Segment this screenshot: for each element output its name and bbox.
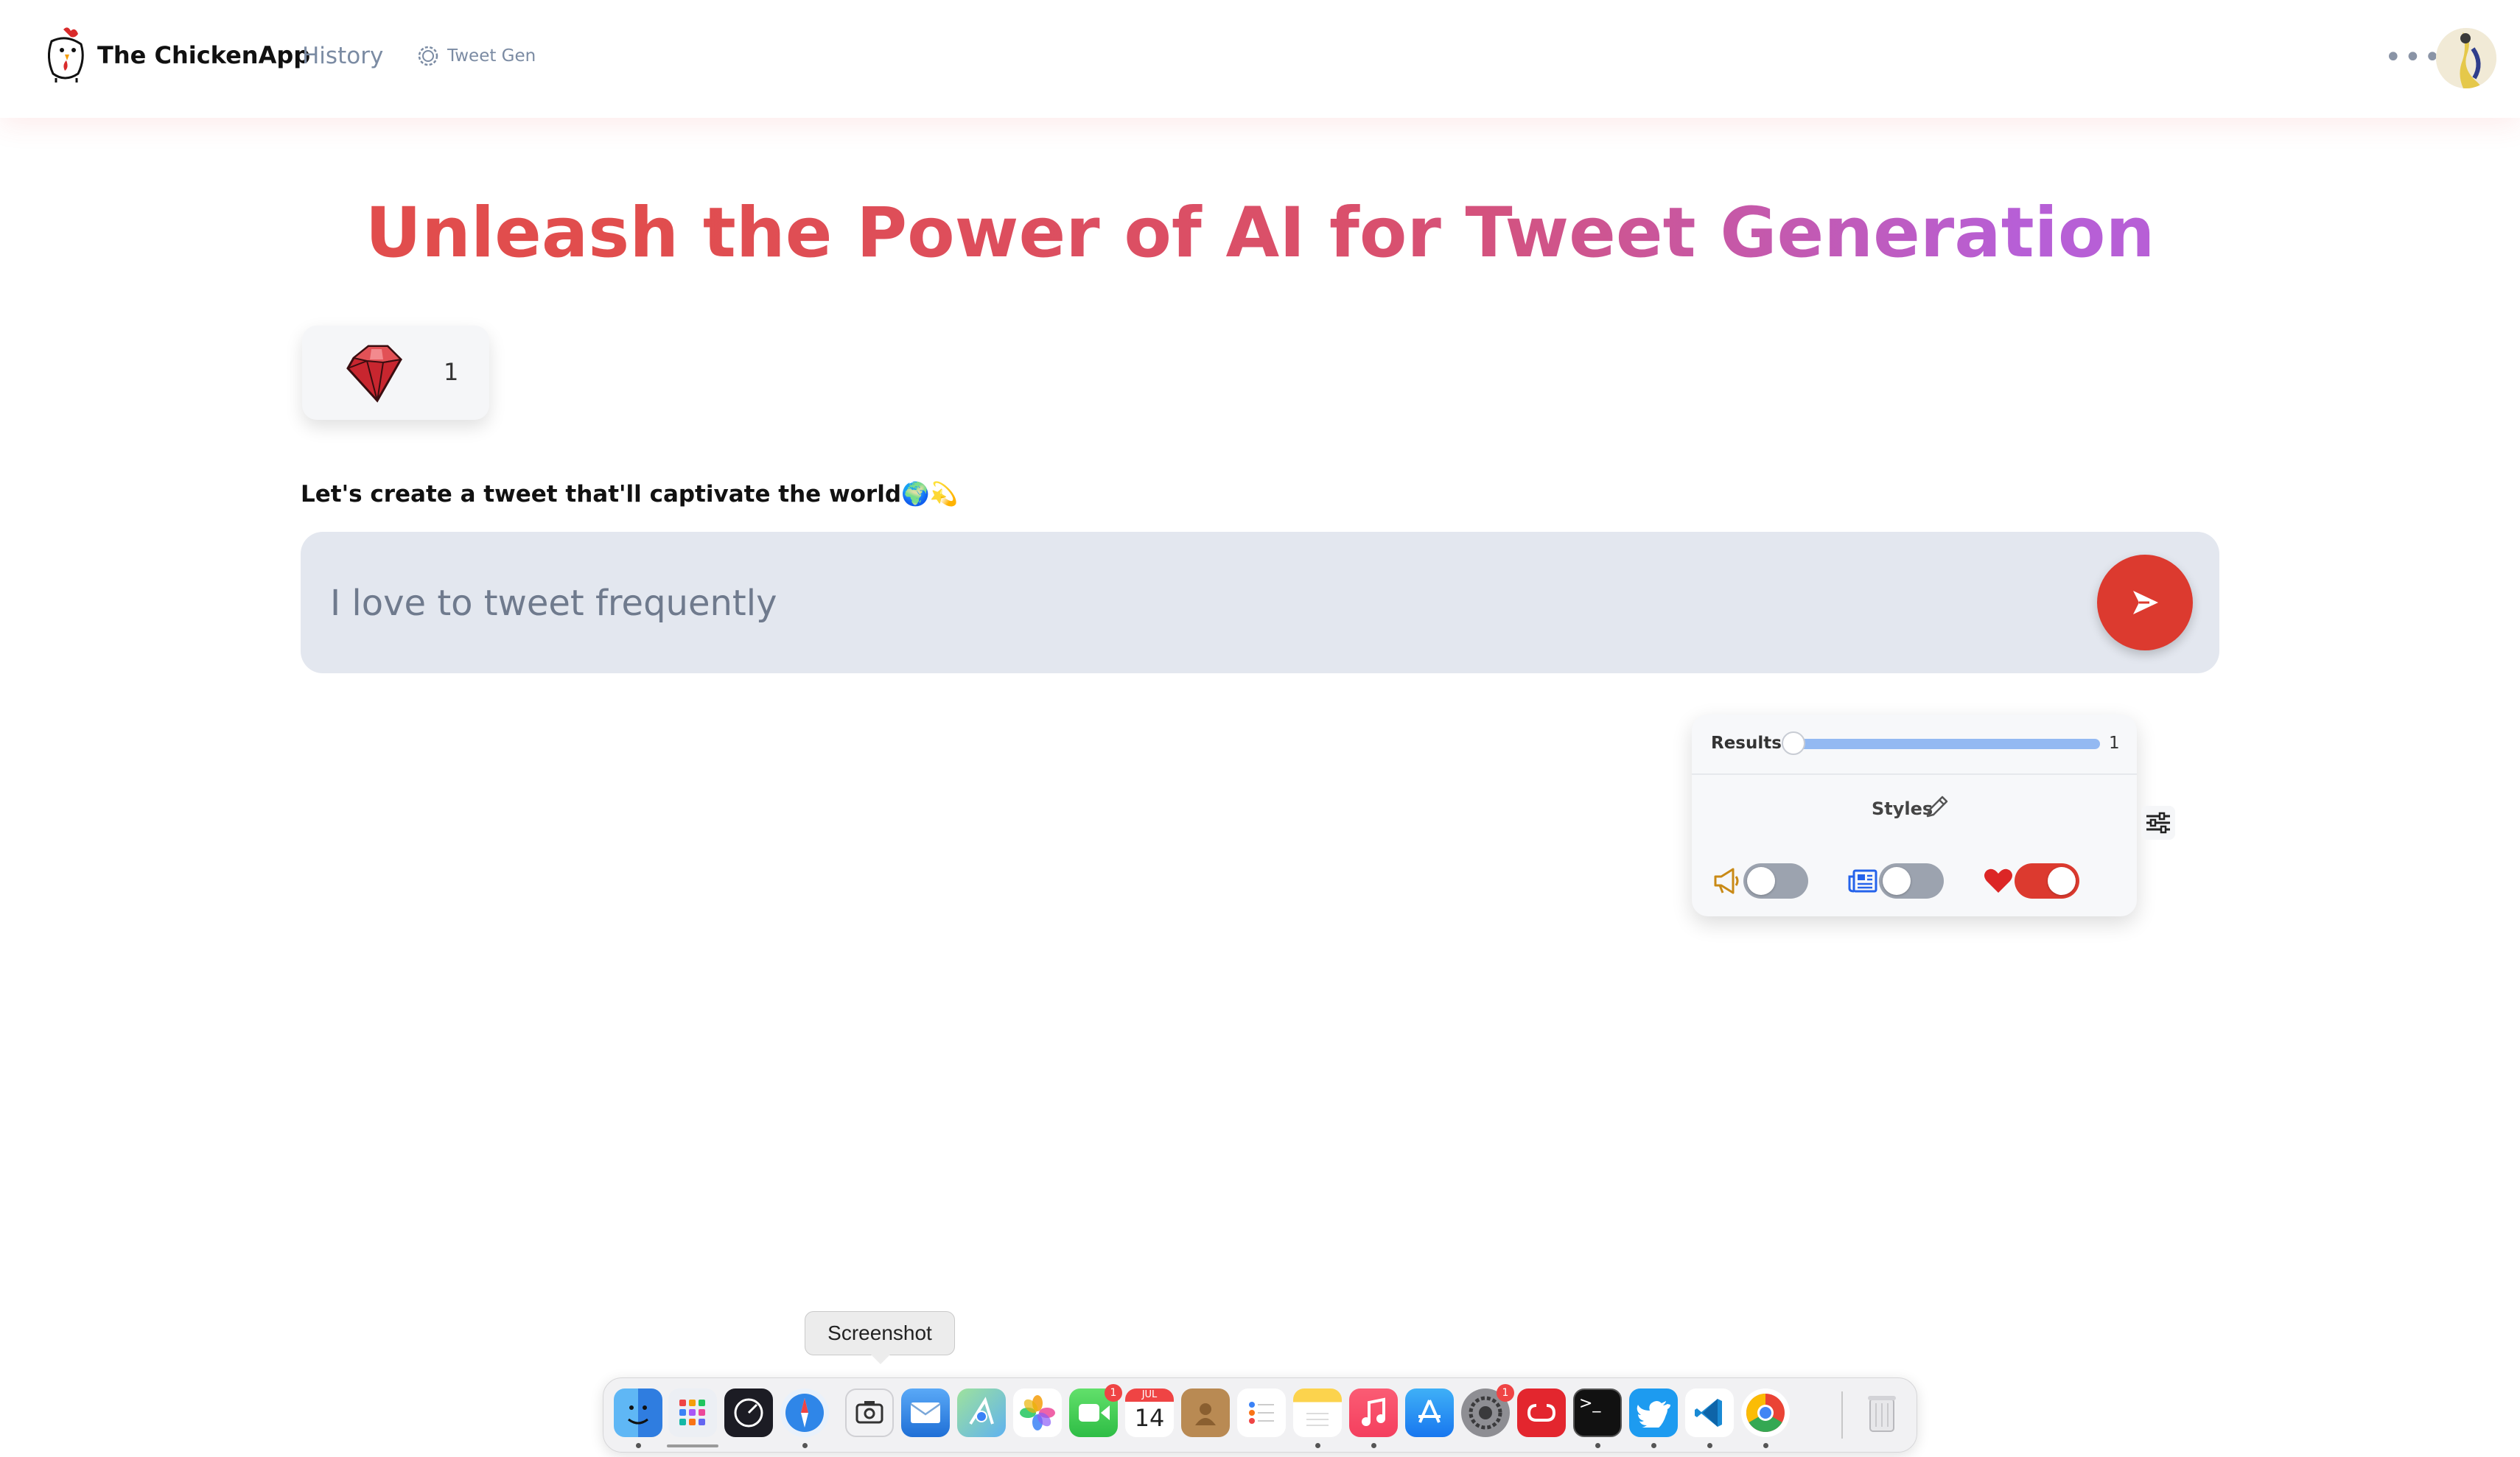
mail-icon[interactable] [901,1388,950,1437]
activity-monitor-icon[interactable] [724,1388,773,1437]
dock-separator [1841,1391,1843,1439]
calendar-month: JUL [1125,1388,1174,1402]
brand-name[interactable]: The ChickenApp [97,41,310,69]
generation-settings-panel: Results: 1 Styles [1692,715,2137,916]
results-label: Results: [1711,734,1789,753]
facetime-icon[interactable]: 1 [1069,1384,1122,1437]
nav-link-tweet-gen-label: Tweet Gen [447,46,536,66]
notes-icon[interactable] [1293,1388,1342,1437]
toggle-knob [2048,867,2076,895]
send-button[interactable] [2097,555,2193,650]
terminal-prompt-glyph: >_ [1579,1394,1601,1413]
more-options-icon[interactable]: ••• [2384,43,2443,72]
running-indicator [1763,1443,1768,1448]
promotional-style-toggle[interactable] [1743,863,1808,899]
ruby-gem-icon [346,345,403,403]
notification-badge: 1 [1105,1384,1122,1402]
send-icon [2133,591,2158,614]
trash-icon[interactable] [1858,1388,1906,1437]
prompt-container [301,532,2219,673]
chicken-logo-icon[interactable] [41,25,94,84]
running-indicator [802,1443,808,1448]
megaphone-icon [1714,868,1739,894]
prompt-label: Let's create a tweet that'll captivate t… [301,481,959,508]
nav-link-tweet-gen[interactable]: Tweet Gen [415,43,536,69]
results-value: 1 [2109,734,2120,753]
photos-icon[interactable] [1013,1388,1062,1437]
user-avatar[interactable] [2436,28,2496,88]
credits-card: 1 [302,326,489,420]
chrome-icon[interactable] [1741,1388,1790,1437]
notification-badge: 1 [1497,1384,1514,1402]
vscode-icon[interactable] [1685,1388,1734,1437]
system-settings-icon[interactable]: 1 [1461,1384,1514,1437]
nav-link-history[interactable]: History [302,43,383,69]
results-slider-track[interactable] [1795,739,2100,749]
heart-icon [1984,868,2012,893]
contacts-icon[interactable] [1181,1388,1230,1437]
toggle-knob [1747,867,1775,895]
gear-icon [418,46,438,66]
toggle-knob [1883,867,1911,895]
launchpad-indicator [667,1444,718,1447]
page-title: Unleash the Power of AI for Tweet Genera… [0,193,2520,273]
dock-tooltip: Screenshot [805,1311,955,1355]
running-indicator [636,1443,641,1448]
news-style-toggle[interactable] [1879,863,1944,899]
divider [1692,773,2137,775]
sliders-icon [2146,812,2170,834]
creative-cloud-icon[interactable] [1517,1388,1566,1437]
settings-sliders-button[interactable] [2141,806,2175,840]
screenshot-icon[interactable] [845,1388,894,1437]
calendar-day: 14 [1134,1404,1165,1432]
running-indicator [1707,1443,1712,1448]
safari-icon[interactable] [780,1388,829,1437]
running-indicator [1595,1443,1600,1448]
running-indicator [1371,1443,1376,1448]
pencil-icon[interactable] [1922,793,1951,822]
terminal-icon[interactable]: >_ [1573,1388,1622,1437]
results-slider-thumb[interactable] [1782,731,1805,755]
macos-dock: 1 JUL 14 1 >_ [603,1377,1917,1453]
dock-tooltip-arrow [870,1354,891,1364]
top-navbar: The ChickenApp History Tweet Gen ••• [0,0,2520,118]
newspaper-icon [1848,869,1877,893]
twitter-icon[interactable] [1629,1388,1678,1437]
finder-icon[interactable] [614,1388,662,1437]
maps-icon[interactable] [957,1388,1006,1437]
running-indicator [1651,1443,1656,1448]
music-icon[interactable] [1349,1388,1398,1437]
tweet-prompt-input[interactable] [329,575,2100,632]
running-indicator [1315,1443,1320,1448]
heartfelt-style-toggle[interactable] [2015,863,2079,899]
launchpad-icon[interactable] [668,1388,717,1437]
calendar-icon[interactable]: JUL 14 [1125,1388,1174,1437]
reminders-icon[interactable] [1237,1388,1286,1437]
app-store-icon[interactable] [1405,1388,1454,1437]
credits-count: 1 [444,358,459,386]
